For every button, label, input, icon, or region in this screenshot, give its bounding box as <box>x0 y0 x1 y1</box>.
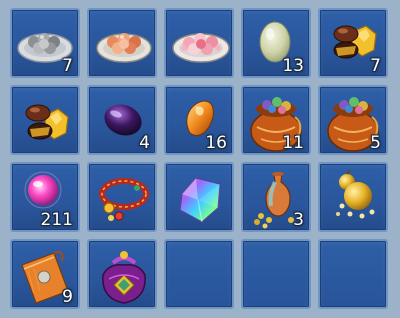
inventory-slot[interactable]: 13 <box>241 8 311 78</box>
inventory-slot[interactable] <box>87 162 157 232</box>
inventory-slot[interactable] <box>10 85 80 155</box>
item-quantity: 5 <box>370 133 381 153</box>
inventory-slot[interactable]: 211 <box>10 162 80 232</box>
item-quantity: 11 <box>282 133 304 153</box>
inventory-slot[interactable]: 5 <box>318 85 388 155</box>
rainbow-crystal-icon <box>179 177 221 223</box>
orange-rice-balls-plate-icon <box>96 33 152 63</box>
item-quantity: 3 <box>293 210 304 230</box>
inventory-slot[interactable] <box>87 239 157 309</box>
item-quantity: 9 <box>62 287 73 307</box>
item-quantity: 16 <box>205 133 227 153</box>
inventory-slot-empty[interactable] <box>318 239 388 309</box>
inventory-grid: 7 13 7 4 16 11 5 211 3 9 <box>0 0 400 318</box>
red-bead-bracelet-icon <box>99 178 149 221</box>
inventory-slot[interactable]: 9 <box>10 239 80 309</box>
gold-nuggets-icon <box>25 104 69 140</box>
golden-gourd-icon <box>336 169 375 219</box>
pink-rice-balls-plate-icon <box>172 33 230 63</box>
item-quantity: 4 <box>139 133 150 153</box>
purple-charm-pouch-icon <box>102 251 146 304</box>
item-quantity: 7 <box>62 56 73 76</box>
inventory-slot-empty[interactable] <box>164 239 234 309</box>
inventory-slot[interactable] <box>318 162 388 232</box>
item-quantity: 7 <box>370 56 381 76</box>
inventory-slot[interactable]: 16 <box>164 85 234 155</box>
inventory-slot-empty[interactable] <box>241 239 311 309</box>
inventory-slot[interactable]: 11 <box>241 85 311 155</box>
inventory-slot[interactable]: 7 <box>318 8 388 78</box>
inventory-slot[interactable] <box>164 8 234 78</box>
item-quantity: 13 <box>282 56 304 76</box>
item-quantity: 211 <box>40 210 73 230</box>
inventory-slot[interactable]: 3 <box>241 162 311 232</box>
inventory-slot[interactable] <box>87 8 157 78</box>
inventory-slot[interactable]: 4 <box>87 85 157 155</box>
inventory-slot[interactable] <box>164 162 234 232</box>
inventory-slot[interactable]: 7 <box>10 8 80 78</box>
